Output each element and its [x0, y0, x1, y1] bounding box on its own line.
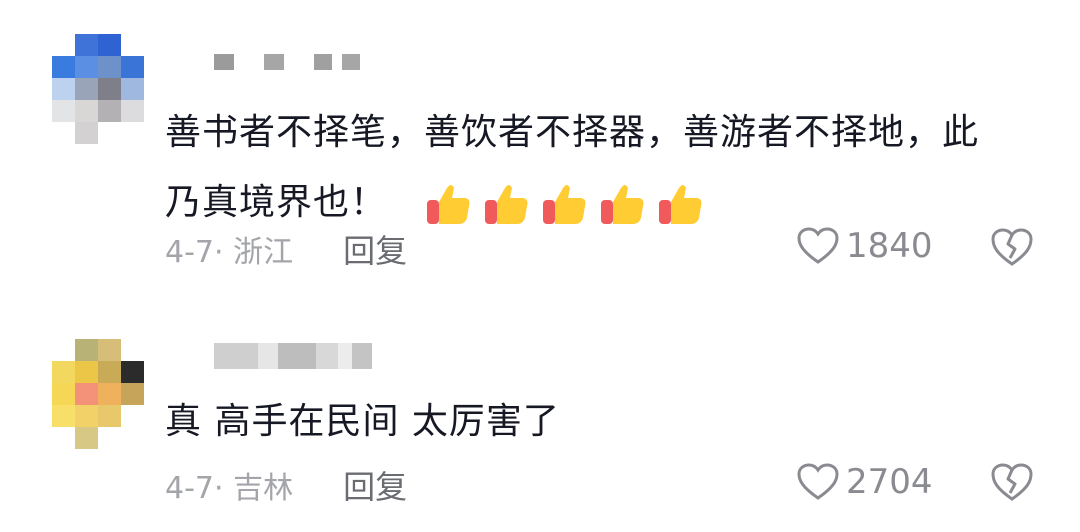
- like-count: 2704: [846, 462, 933, 502]
- username[interactable]: [214, 343, 372, 369]
- broken-heart-icon[interactable]: [990, 461, 1034, 503]
- date-location: 4-7· 浙江: [165, 235, 294, 270]
- like-button[interactable]: 2704: [796, 462, 933, 502]
- thumbs-up-icon: [659, 185, 702, 224]
- like-count: 1840: [846, 226, 933, 266]
- reaction-emojis: [423, 178, 707, 230]
- broken-heart-icon[interactable]: [990, 226, 1034, 268]
- comment-text: 真 高手在民间 太厉害了: [165, 387, 560, 457]
- heart-icon: [797, 463, 839, 500]
- heart-icon: [797, 227, 839, 264]
- reply-button[interactable]: 回复: [343, 226, 407, 272]
- reply-button[interactable]: 回复: [343, 462, 407, 508]
- thumbs-up-icon: [427, 185, 470, 224]
- comment-line: 善书者不择笔，善饮者不择器，善游者不择地，此: [165, 112, 980, 153]
- avatar[interactable]: [52, 34, 144, 144]
- thumbs-up-icon: [543, 185, 586, 224]
- avatar[interactable]: [52, 339, 144, 449]
- thumbs-up-icon: [601, 185, 644, 224]
- like-button[interactable]: 1840: [796, 226, 933, 266]
- comment-line: 真 高手在民间 太厉害了: [165, 401, 560, 442]
- date-location: 4-7· 吉林: [165, 471, 294, 506]
- comment-meta: 4-7· 浙江 回复: [165, 226, 407, 272]
- thumbs-up-icon: [485, 185, 528, 224]
- comment-line-text: 乃真境界也！: [165, 182, 388, 223]
- comment-meta: 4-7· 吉林 回复: [165, 462, 407, 508]
- comment-text: 善书者不择笔，善饮者不择器，善游者不择地，此 乃真境界也！: [165, 98, 979, 238]
- username[interactable]: [214, 48, 360, 74]
